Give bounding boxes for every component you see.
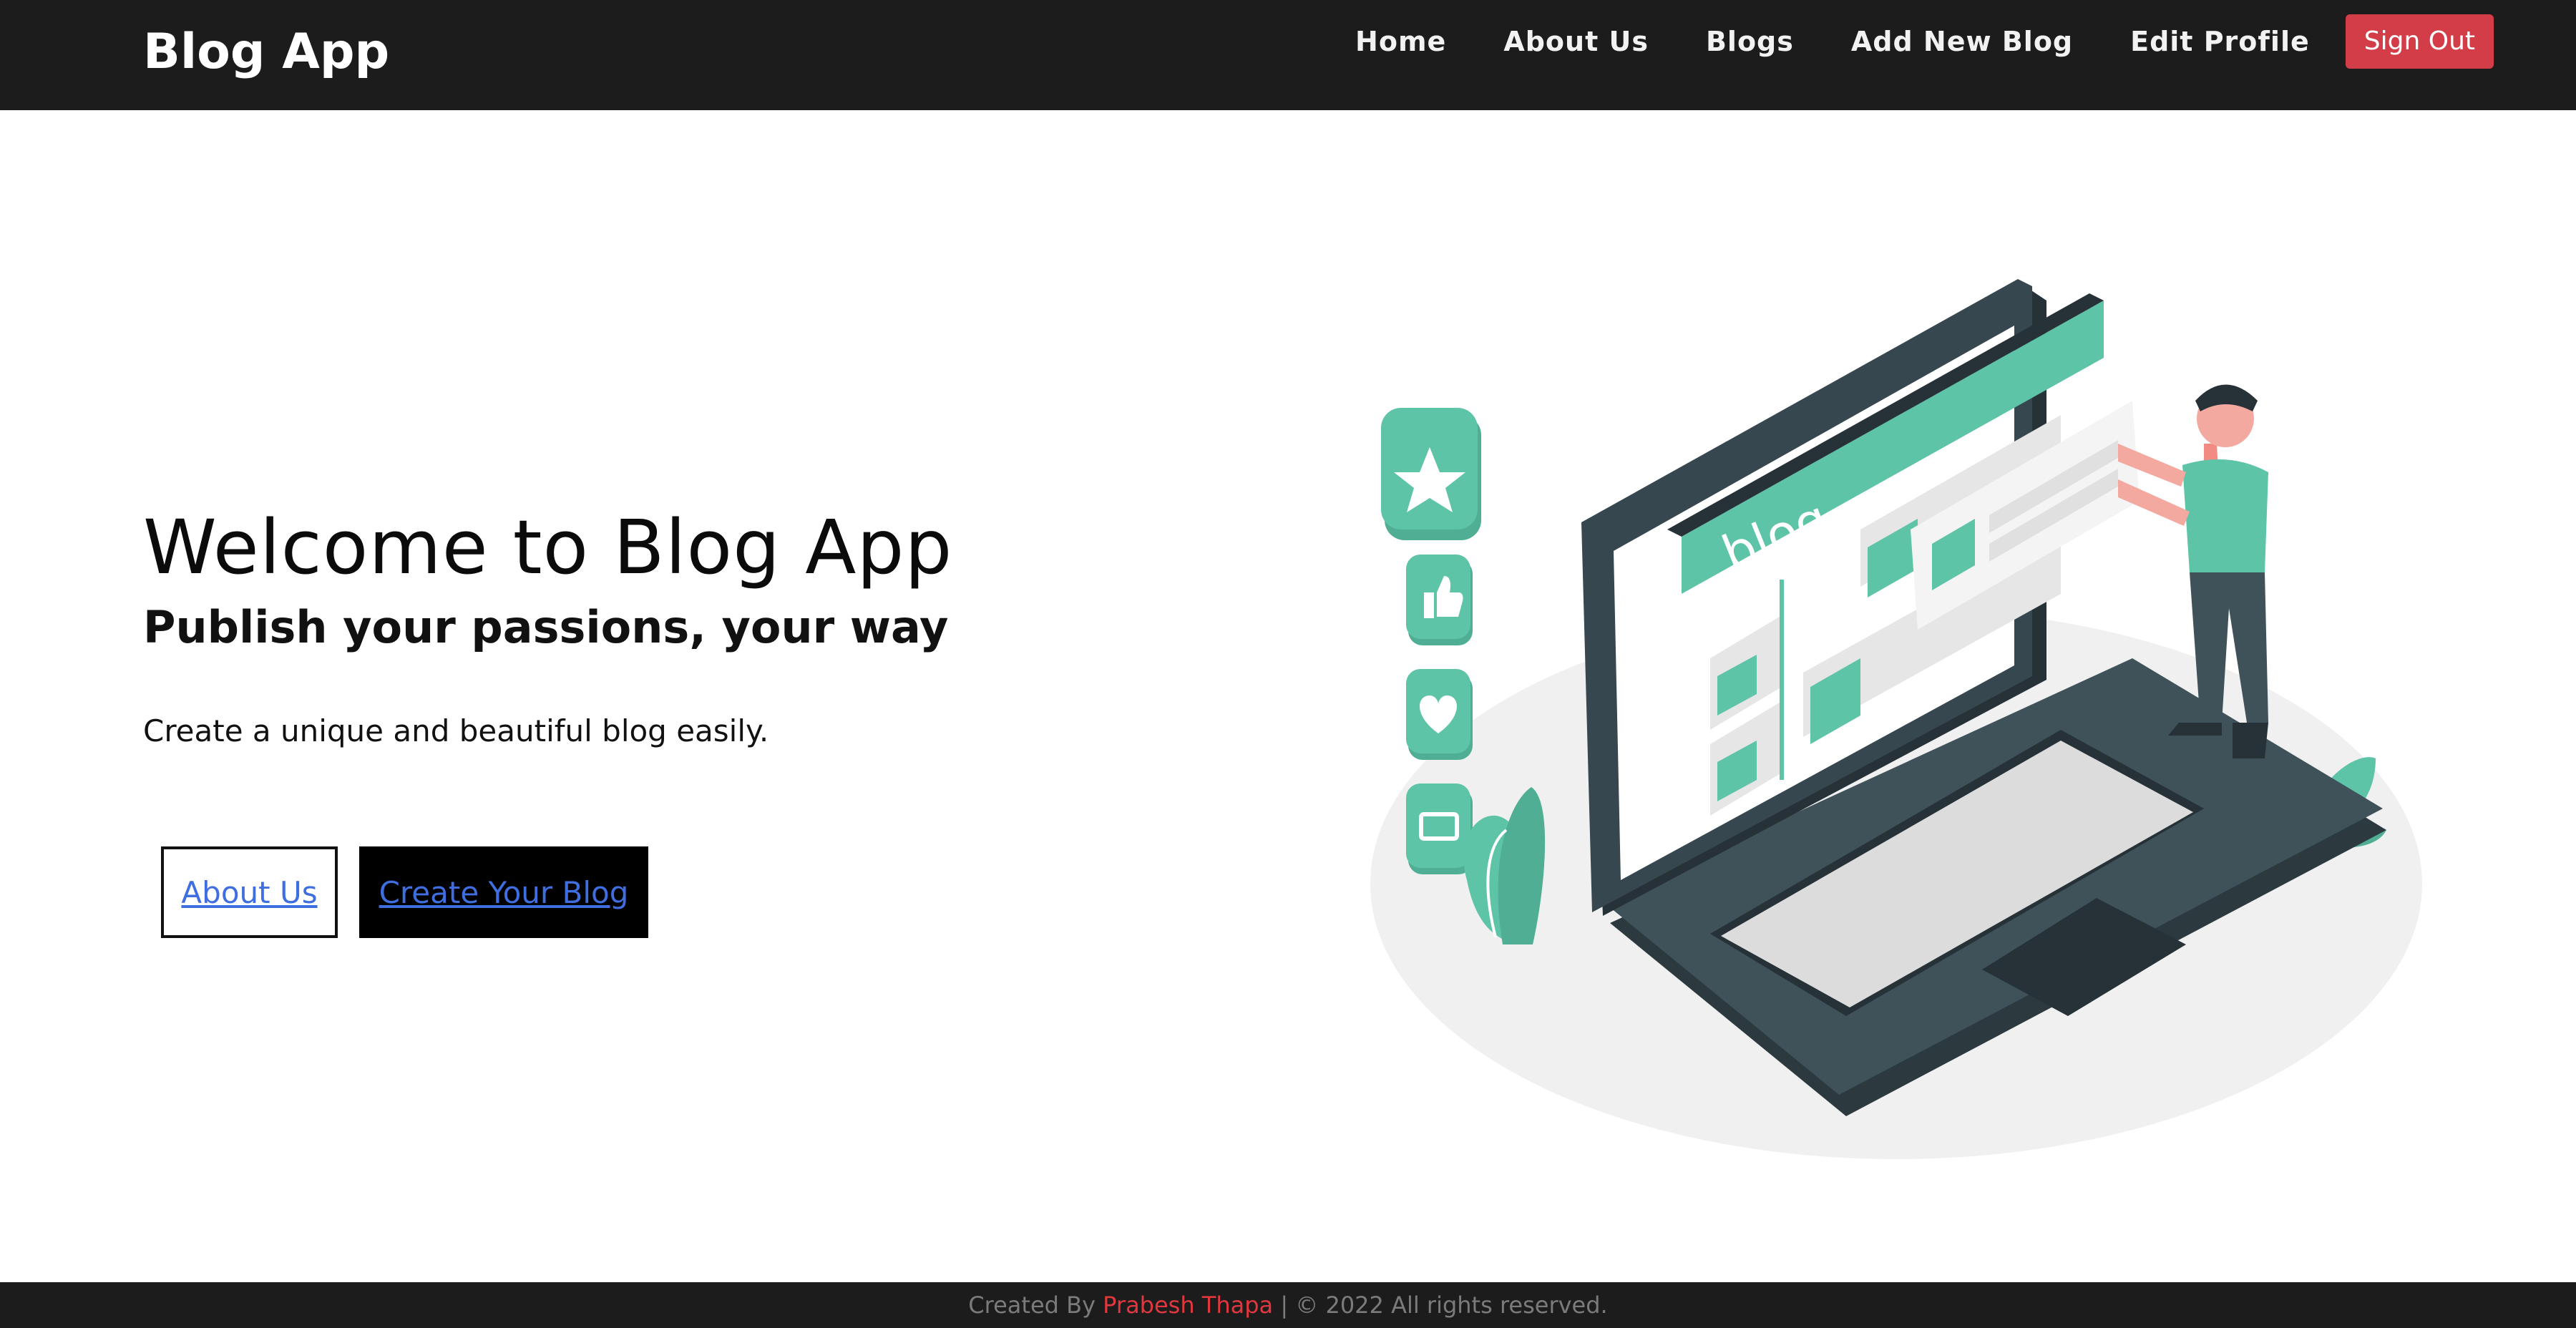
star-icon [1381, 408, 1481, 540]
hero-illustration: blog [1345, 258, 2447, 1173]
create-blog-link[interactable]: Create Your Blog [379, 875, 629, 910]
hero-description: Create a unique and beautiful blog easil… [143, 713, 769, 748]
footer-copyright: | © 2022 All rights reserved. [1280, 1292, 1608, 1319]
laptop-blog-illustration: blog [1370, 279, 2422, 1159]
nav-link-blogs[interactable]: Blogs [1706, 21, 1794, 62]
image-icon [1406, 783, 1473, 874]
create-blog-button[interactable]: Create Your Blog [359, 846, 648, 938]
nav-links: Home About Us Blogs Add New Blog Edit Pr… [1355, 14, 2494, 69]
about-us-link[interactable]: About Us [181, 875, 317, 910]
sign-out-button[interactable]: Sign Out [2345, 14, 2494, 69]
thumbs-up-icon [1406, 555, 1473, 645]
nav-link-about[interactable]: About Us [1503, 21, 1649, 62]
nav-link-add-blog[interactable]: Add New Blog [1851, 21, 2073, 62]
nav-link-home[interactable]: Home [1355, 21, 1446, 62]
hero-buttons: About Us Create Your Blog [161, 846, 648, 938]
brand-title[interactable]: Blog App [143, 20, 389, 84]
nav-link-edit-profile[interactable]: Edit Profile [2130, 21, 2310, 62]
footer: Created By Prabesh Thapa | © 2022 All ri… [0, 1282, 2576, 1328]
about-us-button[interactable]: About Us [161, 846, 338, 938]
hero-section: Welcome to Blog App Publish your passion… [143, 501, 952, 753]
heart-icon [1406, 669, 1473, 760]
footer-prefix: Created By [968, 1292, 1096, 1319]
footer-author: Prabesh Thapa [1103, 1292, 1274, 1319]
hero-title: Welcome to Blog App [143, 504, 953, 591]
hero-subtitle: Publish your passions, your way [143, 601, 949, 653]
navbar: Blog App Home About Us Blogs Add New Blo… [0, 0, 2576, 110]
